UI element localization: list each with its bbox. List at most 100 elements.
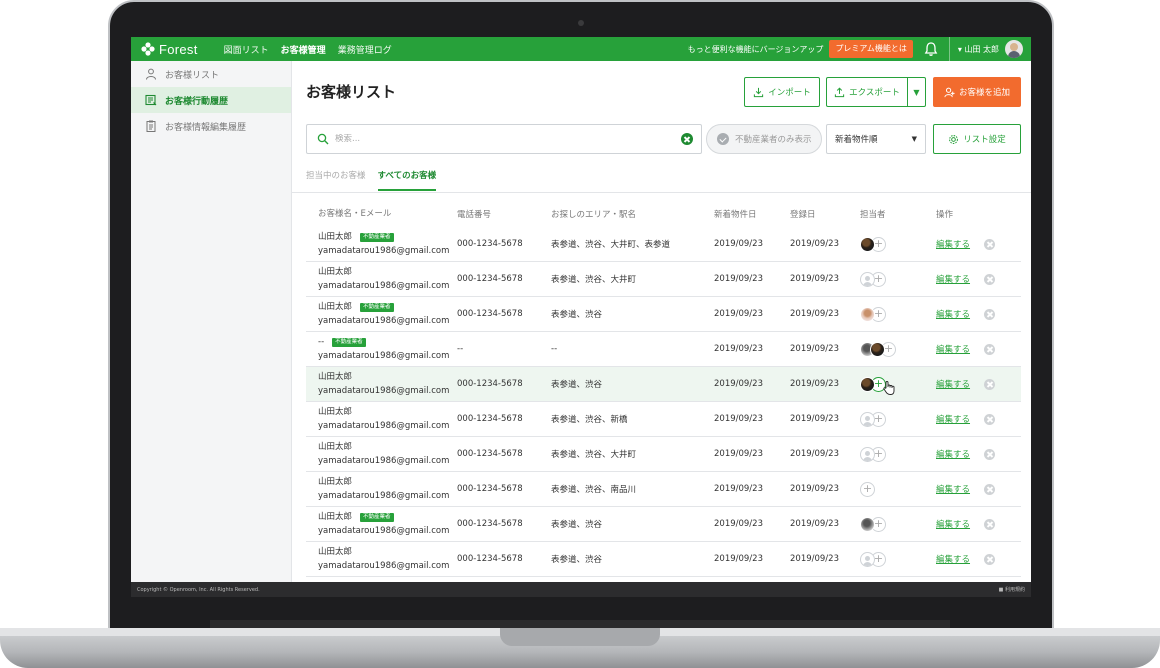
table-row[interactable]: 山田太郎 yamadatarou1986@gmail.com 000-1234-56…	[306, 472, 1021, 507]
list-settings-button[interactable]: リスト設定	[933, 124, 1021, 154]
customer-name-line: 山田太郎 不動産業者	[318, 230, 457, 244]
customer-email: yamadatarou1986@gmail.com	[318, 526, 450, 536]
table-row[interactable]: 山田太郎 不動産業者 yamadatarou1986@gmail.com 000-12…	[306, 507, 1021, 542]
caret-down-icon: ▼	[913, 87, 920, 97]
edit-link[interactable]: 編集する	[936, 413, 970, 425]
customer-name-line: 山田太郎	[318, 545, 457, 559]
top-nav: 図面リスト お客様管理 業務管理ログ	[224, 43, 404, 56]
table-row[interactable]: 山田太郎 yamadatarou1986@gmail.com 000-1234-56…	[306, 262, 1021, 297]
delete-icon[interactable]	[984, 413, 996, 425]
assignee-avatar[interactable]	[860, 236, 875, 252]
app-logo[interactable]: Forest	[141, 42, 198, 57]
export-button[interactable]: エクスポート	[826, 77, 908, 107]
assignee-cell: +	[860, 446, 936, 462]
edit-link[interactable]: 編集する	[936, 273, 970, 285]
search-input[interactable]	[335, 134, 681, 144]
import-button[interactable]: インポート	[744, 77, 820, 107]
customer-cell: 山田太郎 不動産業者 yamadatarou1986@gmail.com	[306, 230, 457, 258]
assignee-avatar[interactable]	[860, 271, 875, 287]
tab-customers[interactable]: 担当中のお客様	[306, 169, 366, 191]
table-row[interactable]: 山田太郎 yamadatarou1986@gmail.com 000-1234-56…	[306, 367, 1021, 402]
premium-button[interactable]: プレミアム機能とは	[829, 40, 913, 58]
upgrade-link[interactable]: もっと便利な機能にバージョンアップ	[688, 44, 824, 55]
edit-link[interactable]: 編集する	[936, 343, 970, 355]
column-header: お探しのエリア・駅名	[551, 210, 637, 220]
delete-icon[interactable]	[984, 343, 996, 355]
clear-search-icon[interactable]	[681, 133, 693, 145]
table-row[interactable]: 山田太郎 yamadatarou1986@gmail.com 000-1234-56…	[306, 542, 1021, 577]
registered-date-cell: 2019/09/23	[790, 449, 839, 459]
realtor-badge: 不動産業者	[360, 232, 394, 242]
add-customer-label: お客様を追加	[958, 88, 1010, 98]
customer-email: yamadatarou1986@gmail.com	[318, 491, 450, 501]
area-cell: 表参道、渋谷	[551, 520, 603, 530]
top-nav-item[interactable]: 図面リスト	[224, 43, 269, 56]
delete-icon[interactable]	[984, 518, 996, 530]
customer-email: yamadatarou1986@gmail.com	[318, 561, 450, 571]
table-row[interactable]: 山田太郎 不動産業者 yamadatarou1986@gmail.com 000-12…	[306, 227, 1021, 262]
assignee-avatar[interactable]	[860, 376, 875, 392]
customer-name-line: 山田太郎	[318, 405, 457, 419]
assignee-avatar[interactable]	[860, 446, 875, 462]
edit-link[interactable]: 編集する	[936, 238, 970, 250]
customer-name-line: 山田太郎	[318, 440, 457, 454]
delete-icon[interactable]	[984, 273, 996, 285]
user-menu[interactable]: ▾ 山田 太郎	[948, 37, 1031, 61]
table-row[interactable]: -- 不動産業者 yamadatarou1986@gmail.com -- -- 2019…	[306, 332, 1021, 367]
export-label: エクスポート	[849, 88, 900, 98]
bell-icon[interactable]	[923, 41, 939, 57]
add-customer-button[interactable]: お客様を追加	[933, 77, 1021, 107]
edit-link[interactable]: 編集する	[936, 553, 970, 565]
assignee-avatar[interactable]	[860, 411, 875, 427]
delete-icon[interactable]	[984, 378, 996, 390]
table-row[interactable]: 山田太郎 不動産業者 yamadatarou1986@gmail.com 000-12…	[306, 297, 1021, 332]
edit-link[interactable]: 編集する	[936, 448, 970, 460]
sidebar-item-label: お客様リスト	[165, 70, 220, 81]
assignee-avatar[interactable]	[870, 341, 885, 357]
column-header: 新着物件日	[714, 210, 757, 220]
registered-date-cell: 2019/09/23	[790, 414, 839, 424]
export-dropdown-button[interactable]: ▼	[907, 77, 926, 107]
sidebar-item[interactable]: お客様リスト	[131, 61, 291, 87]
actions-cell: 編集する	[936, 343, 1021, 355]
delete-icon[interactable]	[984, 483, 996, 495]
sidebar-item[interactable]: お客様情報編集履歴	[131, 113, 291, 139]
customer-name-line: 山田太郎 不動産業者	[318, 300, 457, 314]
phone-cell: 000-1234-5678	[457, 519, 523, 529]
delete-icon[interactable]	[984, 448, 996, 460]
delete-icon[interactable]	[984, 238, 996, 250]
edit-link[interactable]: 編集する	[936, 483, 970, 495]
edit-link[interactable]: 編集する	[936, 378, 970, 390]
sort-select[interactable]: 新着物件順 ▼	[826, 124, 926, 154]
tab-customers[interactable]: すべてのお客様	[377, 169, 437, 191]
table-row[interactable]: 山田太郎 yamadatarou1986@gmail.com 000-1234-56…	[306, 402, 1021, 437]
assignee-cell: +	[860, 372, 936, 396]
clipboard-icon	[146, 120, 156, 132]
sort-value: 新着物件順	[835, 135, 878, 145]
assignee-avatar[interactable]	[860, 306, 875, 322]
area-cell: 表参道、渋谷	[551, 555, 603, 565]
assignee-avatar[interactable]	[860, 551, 875, 567]
add-assignee-icon[interactable]: +	[860, 481, 875, 497]
sidebar: お客様リスト お客様行動履歴お客様情報編集履歴	[131, 61, 292, 582]
new-listing-date-cell: 2019/09/23	[714, 309, 763, 319]
area-cell: 表参道、渋谷、大井町	[551, 275, 637, 285]
copyright: Copyright © Openroom, Inc. All Rights Re…	[137, 586, 260, 593]
phone-cell: 000-1234-5678	[457, 484, 523, 494]
phone-cell: 000-1234-5678	[457, 554, 523, 564]
sidebar-item-label: お客様行動履歴	[165, 96, 229, 107]
sidebar-item[interactable]: お客様行動履歴	[131, 87, 291, 113]
realtor-only-filter-toggle[interactable]: 不動産業者のみ表示	[706, 124, 822, 154]
delete-icon[interactable]	[984, 553, 996, 565]
list-icon	[145, 94, 157, 106]
edit-link[interactable]: 編集する	[936, 518, 970, 530]
top-nav-item[interactable]: 業務管理ログ	[338, 43, 392, 56]
terms-link[interactable]: ■ 利用規約	[999, 586, 1025, 593]
top-nav-item[interactable]: お客様管理	[281, 43, 326, 56]
edit-link[interactable]: 編集する	[936, 308, 970, 320]
delete-icon[interactable]	[984, 308, 996, 320]
user-icon	[146, 68, 156, 80]
screen: Forest 図面リスト お客様管理 業務管理ログ もっと便利な機能にバージョンアッ…	[131, 37, 1031, 597]
assignee-avatar[interactable]	[860, 516, 875, 532]
table-row[interactable]: 山田太郎 yamadatarou1986@gmail.com 000-1234-56…	[306, 437, 1021, 472]
